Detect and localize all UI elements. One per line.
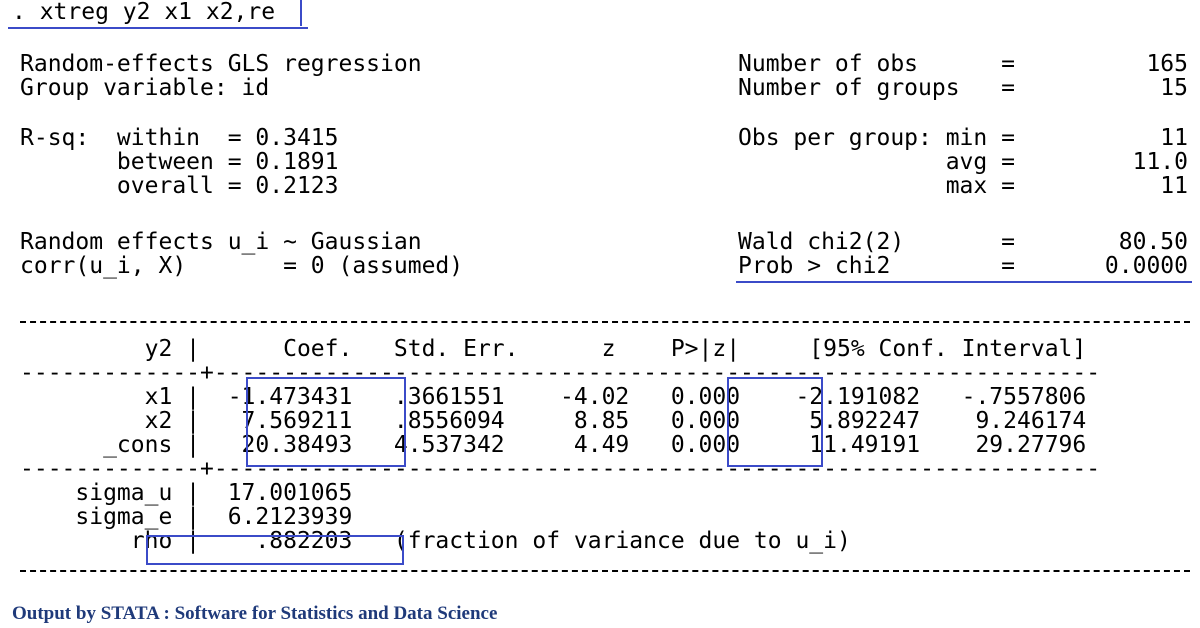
stat-value-nobs: 165: [1146, 51, 1188, 77]
stat-value-max: 11: [1160, 173, 1188, 199]
model-title: Random-effects GLS regression: [20, 51, 422, 77]
sigma-u-row: sigma_u | 17.001065: [20, 480, 353, 506]
rsq-overall: overall = 0.2123: [20, 173, 339, 199]
prob-underline: [736, 281, 1192, 283]
rsq-between: between = 0.1891: [20, 149, 339, 175]
table-header: y2 | Coef. Std. Err. z P>|z| [95% Conf. …: [20, 336, 1087, 362]
stat-label-prob: Prob > chi2 =: [738, 253, 1015, 279]
stat-value-ngroups: 15: [1160, 75, 1188, 101]
stat-label-nobs: Number of obs =: [738, 51, 1015, 77]
rho-row: rho | .882203 (fraction of variance due …: [20, 528, 851, 554]
stat-label-ngroups: Number of groups =: [738, 75, 1015, 101]
command-line[interactable]: . xtreg y2 x1 x2,re: [12, 0, 275, 24]
caption: Output by STATA : Software for Statistic…: [12, 603, 498, 624]
stat-value-wald: 80.50: [1118, 229, 1188, 255]
stat-value-avg: 11.0: [1132, 149, 1188, 175]
corr-ui-x: corr(u_i, X) = 0 (assumed): [20, 253, 464, 279]
table-separator: -------------+--------------------------…: [20, 360, 1101, 386]
stat-label-wald: Wald chi2(2) =: [738, 229, 1015, 255]
stat-value-prob: 0.0000: [1104, 253, 1188, 279]
group-variable: Group variable: id: [20, 75, 270, 101]
table-row-cons: _cons | 20.38493 4.537342 4.49 0.000 11.…: [20, 432, 1087, 458]
stat-label-avg: avg =: [738, 149, 1015, 175]
rsq-within: R-sq: within = 0.3415: [20, 125, 339, 151]
random-effects-dist: Random effects u_i ~ Gaussian: [20, 229, 422, 255]
table-bottom-rule: [20, 570, 1190, 572]
rho-highlight-box: [146, 535, 404, 565]
stat-value-min: 11: [1160, 125, 1188, 151]
sigma-e-row: sigma_e | 6.2123939: [20, 504, 353, 530]
stata-results-window: . xtreg y2 x1 x2,re Random-effects GLS r…: [0, 0, 1200, 600]
table-row-x1: x1 | -1.473431 .3661551 -4.02 0.000 -2.1…: [20, 384, 1087, 410]
table-separator-2: -------------+--------------------------…: [20, 456, 1101, 482]
stat-label-min: Obs per group: min =: [738, 125, 1015, 151]
text-cursor: [300, 0, 302, 26]
coef-highlight-box: [246, 377, 406, 467]
pvalue-highlight-box: [727, 377, 823, 467]
command-underline: [8, 27, 308, 29]
stat-label-max: max =: [738, 173, 1015, 199]
table-top-rule: [20, 321, 1190, 323]
table-row-x2: x2 | 7.569211 .8556094 8.85 0.000 5.8922…: [20, 408, 1087, 434]
